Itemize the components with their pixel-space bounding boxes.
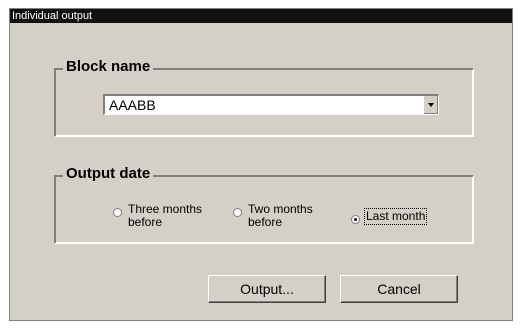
output-date-group: Output date Three months before Two mont… <box>54 165 474 244</box>
block-name-label: Block name <box>63 58 154 75</box>
radio-button-icon[interactable] <box>233 208 242 217</box>
radio-three-months-before[interactable]: Three months before <box>113 203 202 229</box>
radio-button-selected-icon[interactable] <box>351 215 360 224</box>
radio-label: Three months before <box>128 202 203 229</box>
radio-label: Last month <box>363 208 428 225</box>
individual-output-dialog: Individual output Block name AAABB Outpu… <box>9 8 513 321</box>
radio-label: Two months before <box>248 202 313 229</box>
chevron-down-icon <box>428 103 434 107</box>
output-button[interactable]: Output... <box>208 275 326 303</box>
output-date-label: Output date <box>63 165 154 182</box>
radio-two-months-before[interactable]: Two months before <box>233 203 313 229</box>
cancel-button[interactable]: Cancel <box>340 275 458 303</box>
block-name-combobox[interactable]: AAABB <box>103 94 439 115</box>
window-title: Individual output <box>10 9 512 23</box>
radio-last-month[interactable]: Last month <box>351 208 428 225</box>
combo-dropdown-button[interactable] <box>423 96 438 114</box>
radio-button-icon[interactable] <box>113 208 122 217</box>
block-name-value: AAABB <box>109 97 156 113</box>
block-name-group: Block name AAABB <box>54 58 474 137</box>
